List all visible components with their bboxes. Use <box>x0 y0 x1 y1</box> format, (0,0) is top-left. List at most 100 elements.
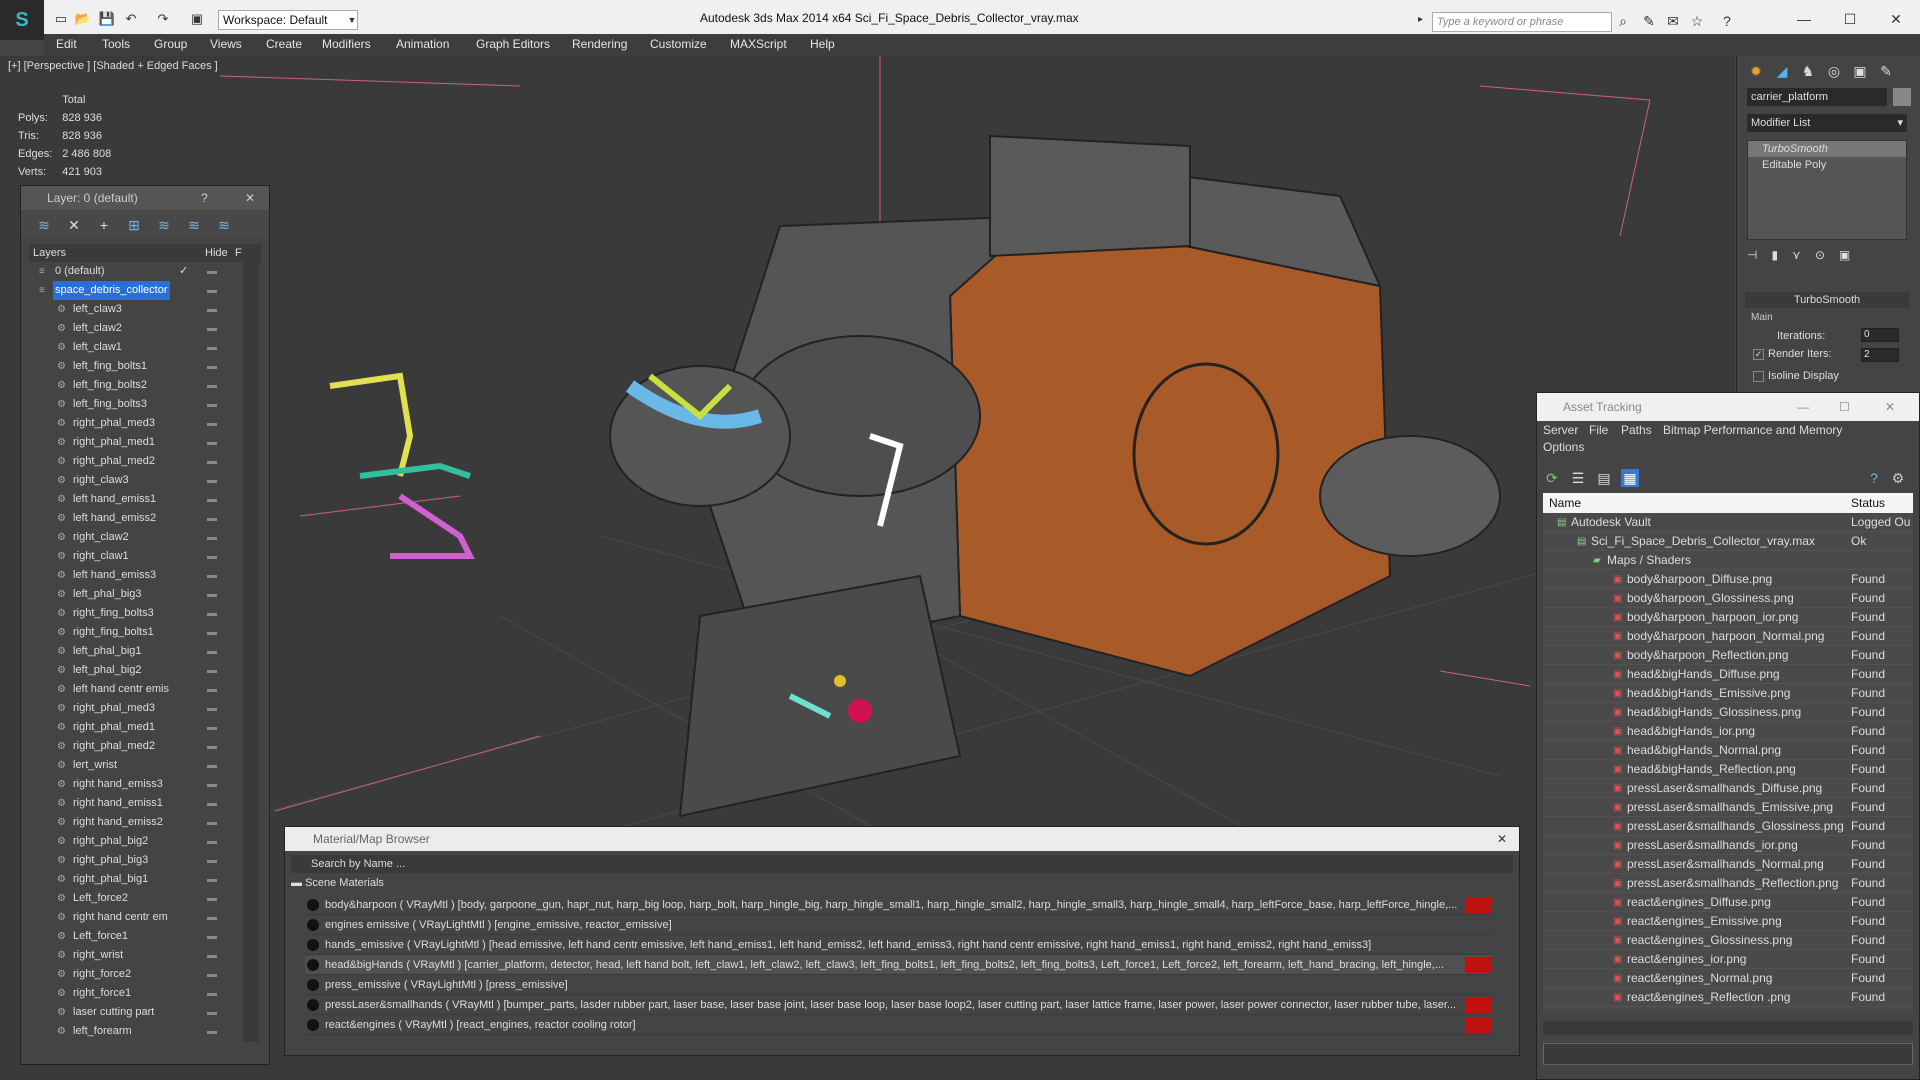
object-name-field[interactable]: carrier_platform <box>1747 88 1887 106</box>
layer-row[interactable]: ⚙ left_phal_big2 ▬ <box>29 661 241 680</box>
motion-tab-icon[interactable]: ◎ <box>1823 60 1845 82</box>
material-row[interactable]: head&bigHands ( VRayMtl ) [carrier_platf… <box>305 955 1491 975</box>
communication-icon[interactable]: ✉ <box>1664 12 1682 30</box>
col-name[interactable]: Name <box>1549 493 1581 513</box>
maximize-icon[interactable]: ☐ <box>1830 8 1870 30</box>
add-to-layer-icon[interactable]: + <box>95 216 113 234</box>
layer-row[interactable]: ⚙ right_claw1 ▬ <box>29 547 241 566</box>
iterations-spinner[interactable]: 0 <box>1861 328 1899 342</box>
stack-item-turbosmooth[interactable]: TurboSmooth <box>1748 141 1906 157</box>
close-icon[interactable]: ✕ <box>1876 8 1916 30</box>
help-icon[interactable]: ? <box>1865 469 1883 487</box>
menu-views[interactable]: Views <box>210 37 242 51</box>
hide-toggle-icon[interactable]: ▬ <box>207 547 217 566</box>
asset-row[interactable]: ▤ Autodesk Vault Logged Ou <box>1543 513 1913 532</box>
search-input[interactable]: Search by Name ... <box>291 855 1513 873</box>
isoline-row[interactable]: Isoline Display <box>1753 370 1839 382</box>
hide-toggle-icon[interactable]: ▬ <box>207 395 217 414</box>
create-tab-icon[interactable]: ✹ <box>1745 60 1767 82</box>
hide-toggle-icon[interactable]: ▬ <box>207 737 217 756</box>
layer-row[interactable]: ⚙ right_force1 ▬ <box>29 984 241 1003</box>
render-iters-spinner[interactable]: 2 <box>1861 348 1899 362</box>
select-objects-icon[interactable]: ⊞ <box>125 216 143 234</box>
hide-toggle-icon[interactable]: ▬ <box>207 984 217 1003</box>
stack-tools[interactable]: ⊣▮⋎⊙▣ <box>1747 248 1907 268</box>
material-row[interactable]: body&harpoon ( VRayMtl ) [body, garpoone… <box>305 895 1491 915</box>
menu-edit[interactable]: Edit <box>56 37 77 51</box>
hide-toggle-icon[interactable]: ▬ <box>207 851 217 870</box>
layer-row[interactable]: ⚙ left hand centr emis ▬ <box>29 680 241 699</box>
open-file-icon[interactable]: 📂 <box>74 10 92 28</box>
layer-row[interactable]: ⚙ right_wrist ▬ <box>29 946 241 965</box>
subscription-icon[interactable]: ✎ <box>1640 12 1658 30</box>
layer-row[interactable]: ⚙ Left_force2 ▬ <box>29 889 241 908</box>
layer-row[interactable]: ⚙ right_phal_big1 ▬ <box>29 870 241 889</box>
close-icon[interactable]: ✕ <box>1885 393 1895 421</box>
menu-server[interactable]: Server <box>1543 423 1578 437</box>
layer-row[interactable]: ⚙ right_phal_med1 ▬ <box>29 718 241 737</box>
menu-modifiers[interactable]: Modifiers <box>322 37 371 51</box>
redo-icon[interactable]: ↷ <box>154 10 172 28</box>
freeze-all-icon[interactable]: ≋ <box>215 216 233 234</box>
grid-view-icon[interactable]: ▦ <box>1621 469 1639 487</box>
material-row[interactable]: hands_emissive ( VRayLightMtl ) [head em… <box>305 935 1491 955</box>
close-icon[interactable]: ✕ <box>245 186 255 210</box>
hide-toggle-icon[interactable]: ▬ <box>207 471 217 490</box>
layer-row[interactable]: ⚙ left_fing_bolts3 ▬ <box>29 395 241 414</box>
highlight-layer-icon[interactable]: ≋ <box>155 216 173 234</box>
hide-toggle-icon[interactable]: ▬ <box>207 908 217 927</box>
hide-all-icon[interactable]: ≋ <box>185 216 203 234</box>
asset-row[interactable]: ▣ react&engines_ior.png Found <box>1543 950 1913 969</box>
layer-row[interactable]: ⚙ left_forearm ▬ <box>29 1022 241 1041</box>
layer-row[interactable]: ⚙ right hand_emiss3 ▬ <box>29 775 241 794</box>
display-tab-icon[interactable]: ▣ <box>1849 60 1871 82</box>
settings-icon[interactable]: ⚙ <box>1889 469 1907 487</box>
layer-row[interactable]: ⚙ right_phal_med2 ▬ <box>29 737 241 756</box>
hide-toggle-icon[interactable]: ▬ <box>207 927 217 946</box>
refresh-icon[interactable]: ⟳ <box>1543 469 1561 487</box>
hide-toggle-icon[interactable]: ▬ <box>207 357 217 376</box>
material-row[interactable]: press_emissive ( VRayLightMtl ) [press_e… <box>305 975 1491 995</box>
layer-row[interactable]: ⚙ right_phal_big3 ▬ <box>29 851 241 870</box>
asset-row[interactable]: ▣ pressLaser&smallhands_Emissive.png Found <box>1543 798 1913 817</box>
hide-toggle-icon[interactable]: ▬ <box>207 794 217 813</box>
menu-animation[interactable]: Animation <box>396 37 449 51</box>
asset-row[interactable]: ▣ react&engines_Diffuse.png Found <box>1543 893 1913 912</box>
hierarchy-tab-icon[interactable]: ♞ <box>1797 60 1819 82</box>
asset-row[interactable]: ▣ body&harpoon_Diffuse.png Found <box>1543 570 1913 589</box>
layer-row[interactable]: ⚙ right_phal_med3 ▬ <box>29 699 241 718</box>
layer-row[interactable]: ⚙ right_phal_med2 ▬ <box>29 452 241 471</box>
asset-row[interactable]: ▣ pressLaser&smallhands_Diffuse.png Found <box>1543 779 1913 798</box>
modify-tab-icon[interactable]: ◢ <box>1771 60 1793 82</box>
modifier-list-select[interactable]: Modifier List ▾ <box>1747 114 1907 132</box>
scrollbar[interactable] <box>1543 1021 1913 1035</box>
create-layer-icon[interactable]: ≋ <box>35 216 53 234</box>
project-folder-icon[interactable]: ▣ <box>188 10 206 28</box>
material-row[interactable]: engines emissive ( VRayLightMtl ) [engin… <box>305 915 1491 935</box>
layer-row[interactable]: ⚙ right_claw2 ▬ <box>29 528 241 547</box>
hide-toggle-icon[interactable]: ▬ <box>207 870 217 889</box>
checkbox-icon[interactable] <box>1753 370 1764 382</box>
stack-item-editable-poly[interactable]: Editable Poly <box>1748 157 1906 173</box>
undo-icon[interactable]: ↶ <box>122 10 140 28</box>
asset-row[interactable]: ▣ head&bigHands_Reflection.png Found <box>1543 760 1913 779</box>
hide-toggle-icon[interactable]: ▬ <box>207 376 217 395</box>
hide-toggle-icon[interactable]: ▬ <box>207 756 217 775</box>
layer-row[interactable]: ⚙ Left_force1 ▬ <box>29 927 241 946</box>
new-file-icon[interactable]: ▭ <box>52 10 70 28</box>
hide-toggle-icon[interactable]: ▬ <box>207 680 217 699</box>
layer-row[interactable]: ⚙ laser cutting part ▬ <box>29 1003 241 1022</box>
utilities-tab-icon[interactable]: ✎ <box>1875 60 1897 82</box>
material-row[interactable]: pressLaser&smallhands ( VRayMtl ) [bumpe… <box>305 995 1491 1015</box>
asset-row[interactable]: ▤ Sci_Fi_Space_Debris_Collector_vray.max O… <box>1543 532 1913 551</box>
menu-customize[interactable]: Customize <box>650 37 707 51</box>
layer-row[interactable]: ⚙ left hand_emiss1 ▬ <box>29 490 241 509</box>
save-file-icon[interactable]: 💾 <box>98 10 116 28</box>
menu-rendering[interactable]: Rendering <box>572 37 627 51</box>
layer-row[interactable]: ⚙ left hand_emiss3 ▬ <box>29 566 241 585</box>
menu-tools[interactable]: Tools <box>102 37 130 51</box>
layer-row[interactable]: ⚙ right_force2 ▬ <box>29 965 241 984</box>
hide-toggle-icon[interactable]: ▬ <box>207 832 217 851</box>
asset-row[interactable]: ▣ react&engines_Reflection .png Found <box>1543 988 1913 1007</box>
hide-toggle-icon[interactable]: ▬ <box>207 1022 217 1041</box>
